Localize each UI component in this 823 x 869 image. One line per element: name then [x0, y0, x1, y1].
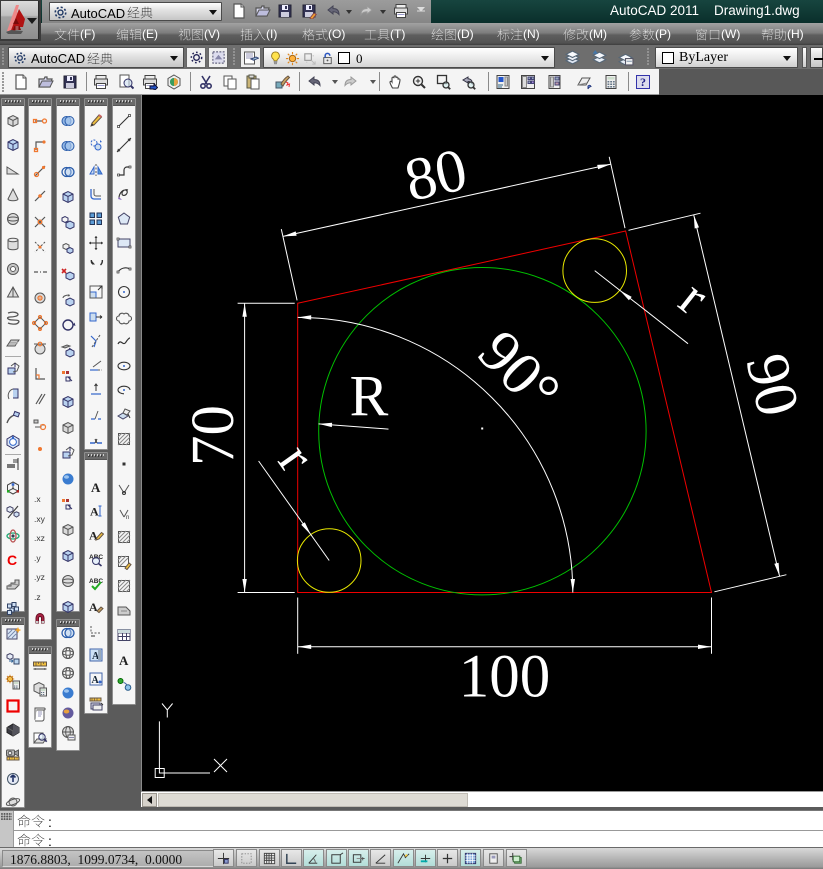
svg-text:90°: 90°: [465, 318, 573, 426]
svg-text:A: A: [89, 600, 98, 614]
svg-text:A: A: [90, 505, 99, 519]
svg-text:.z: .z: [34, 592, 41, 602]
svg-text:100: 100: [459, 644, 551, 711]
svg-text:.xy: .xy: [34, 514, 46, 524]
svg-text:.y: .y: [34, 553, 41, 563]
svg-text:80: 80: [399, 136, 473, 215]
svg-text:70: 70: [180, 405, 247, 466]
svg-text:ABC: ABC: [89, 578, 103, 585]
svg-text:n: n: [126, 515, 129, 521]
svg-text:90: 90: [732, 348, 811, 423]
svg-text:r: r: [267, 433, 326, 482]
svg-text:A: A: [92, 675, 100, 686]
svg-text:A: A: [119, 653, 129, 668]
svg-text:A: A: [89, 529, 98, 543]
svg-text:R: R: [350, 364, 389, 429]
svg-text:.x: .x: [34, 494, 41, 504]
svg-text:C: C: [7, 552, 17, 568]
svg-text:A: A: [91, 480, 101, 495]
svg-text:?: ?: [640, 75, 646, 89]
svg-text:.xz: .xz: [34, 533, 45, 543]
svg-text:.yz: .yz: [34, 572, 45, 582]
svg-text:r: r: [669, 268, 720, 326]
